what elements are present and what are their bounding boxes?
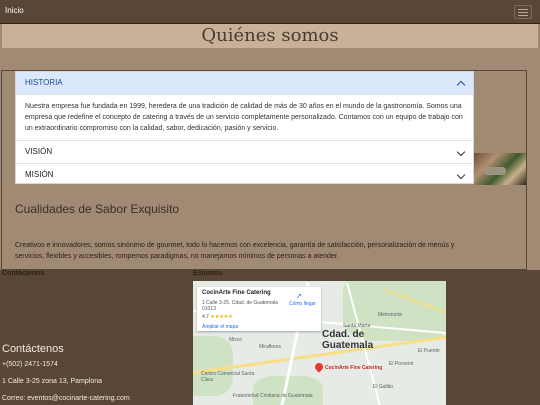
chevron-down-icon xyxy=(456,147,466,157)
accordion-vision-header[interactable]: VISIÓN xyxy=(16,141,473,164)
directions-icon[interactable]: ➚ xyxy=(293,292,305,300)
expand-map-link[interactable]: Ampliar el mapa xyxy=(202,324,238,330)
map-label: Fraternidad Cristiana de Guatemala xyxy=(233,393,313,399)
map-info-card: CocinArte Fine Catering 1 Calle 3-25, Cd… xyxy=(197,287,321,331)
map-place-address: 1 Calle 3-25, Cdad. de Guatemala 01013 xyxy=(202,300,278,312)
contact-email: Correo: eventos@cocinarte-catering.com xyxy=(2,395,130,402)
directions-link[interactable]: Cómo llegar xyxy=(289,301,316,307)
contact-label: Contáctenos xyxy=(2,270,45,277)
hamburger-icon xyxy=(518,9,528,10)
accordion-mision-label: MISIÓN xyxy=(25,170,54,179)
navbar: Inicio xyxy=(0,0,540,24)
accordion-historia-body: Nuestra empresa fue fundada en 1999, her… xyxy=(16,95,473,141)
accordion-historia-label: HISTORIA xyxy=(25,78,63,87)
page-title: Quiénes somos xyxy=(201,25,339,46)
qualities-title: Cualidades de Sabor Exquisito xyxy=(15,202,180,216)
map-label: Miraflores xyxy=(259,344,281,350)
embedded-map[interactable]: CocinArte Fine Catering 1 Calle 3-25, Cd… xyxy=(193,281,446,405)
accordion-vision-label: VISIÓN xyxy=(25,147,53,156)
star-rating-icon: ★★★★★ xyxy=(210,314,233,320)
contact-phone: +(502) 2471-1574 xyxy=(2,361,58,368)
contact-title: Contáctenos xyxy=(2,343,64,355)
nav-brand-link[interactable]: Inicio xyxy=(5,6,24,15)
map-label: El Gallito xyxy=(373,384,394,390)
food-photo xyxy=(474,153,526,185)
menu-toggle-button[interactable] xyxy=(514,5,532,19)
map-label: El Puente xyxy=(418,348,440,354)
about-accordion: HISTORIA Nuestra empresa fue fundada en … xyxy=(15,71,474,184)
accordion-historia-header[interactable]: HISTORIA xyxy=(16,72,473,95)
location-label: Estamos xyxy=(193,270,223,277)
map-rating: 4,7 ★★★★★ xyxy=(202,314,233,320)
map-label: Centro Comercial Santa Clara xyxy=(201,371,255,383)
chevron-down-icon xyxy=(456,170,466,180)
map-label: El Porvenir xyxy=(389,361,414,367)
map-pin-label: CocinArte Fine Catering xyxy=(325,365,383,371)
accordion-mision-header[interactable]: MISIÓN xyxy=(16,164,473,186)
qualities-text: Creativos e innovadores, somos sinónimo … xyxy=(15,242,455,260)
map-pin-icon[interactable] xyxy=(313,361,325,373)
map-city-label: Cdad. de Guatemala xyxy=(322,329,374,351)
contact-address: 1 Calle 3-25 zona 13, Pamplona xyxy=(2,378,103,385)
map-label: Santa Marta xyxy=(343,323,371,329)
chevron-up-icon xyxy=(456,80,466,90)
page-title-bar: Quiénes somos xyxy=(2,24,538,48)
map-label: Mixco xyxy=(229,337,243,343)
map-place-name: CocinArte Fine Catering xyxy=(202,290,271,296)
map-label: Metronorte xyxy=(378,312,403,318)
